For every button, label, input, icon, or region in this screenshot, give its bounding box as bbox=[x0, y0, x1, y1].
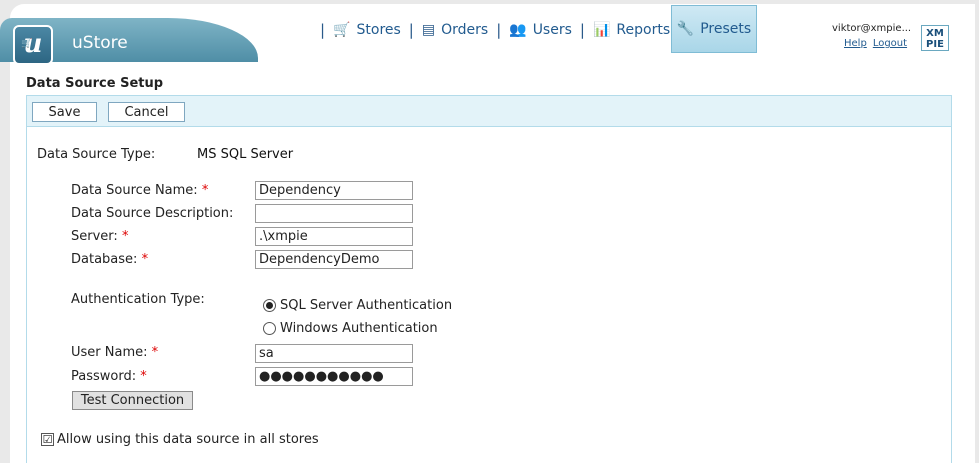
nav-label-users: Users bbox=[532, 22, 572, 38]
required-mark: * bbox=[141, 252, 149, 267]
required-mark: * bbox=[140, 369, 147, 384]
nav-separator: | bbox=[320, 21, 326, 39]
wrench-icon: 🔧 bbox=[676, 21, 695, 37]
nav-item-presets[interactable]: 🔧 Presets bbox=[671, 5, 757, 53]
user-links: Help Logout bbox=[844, 38, 913, 49]
user-name-label-text: User Name: bbox=[71, 345, 148, 360]
allow-all-stores-option[interactable]: ☑ Allow using this data source in all st… bbox=[41, 432, 319, 447]
users-icon: 👥 bbox=[509, 22, 527, 38]
windows-auth-option[interactable]: Windows Authentication bbox=[263, 321, 438, 336]
password-label-text: Password: bbox=[71, 369, 137, 384]
data-source-description-label: Data Source Description: bbox=[71, 206, 234, 221]
database-label: Database: * bbox=[71, 252, 148, 267]
allow-all-stores-checkbox[interactable]: ☑ bbox=[41, 433, 54, 446]
xmpie-logo-line1: XM bbox=[926, 28, 944, 39]
main-nav: | 🛒 Stores | ▤ Orders | 👥 Users | 📊 Repo… bbox=[320, 18, 678, 42]
nav-label-orders: Orders bbox=[441, 22, 489, 38]
nav-item-stores[interactable]: 🛒 Stores bbox=[333, 22, 401, 38]
help-link[interactable]: Help bbox=[844, 38, 867, 49]
required-mark: * bbox=[201, 183, 209, 198]
save-button[interactable]: Save bbox=[32, 102, 97, 122]
server-label-text: Server: bbox=[71, 229, 118, 244]
data-source-name-label-text: Data Source Name: bbox=[71, 183, 198, 198]
nav-label-stores: Stores bbox=[356, 22, 401, 38]
reports-icon: 📊 bbox=[592, 22, 611, 38]
nav-label-reports: Reports bbox=[616, 22, 671, 38]
sql-auth-label: SQL Server Authentication bbox=[280, 298, 453, 313]
data-source-type-label: Data Source Type: bbox=[37, 147, 156, 162]
user-email: viktor@xmpie... bbox=[832, 23, 912, 34]
authentication-type-label: Authentication Type: bbox=[71, 292, 205, 307]
windows-auth-label: Windows Authentication bbox=[280, 321, 438, 336]
allow-all-stores-label: Allow using this data source in all stor… bbox=[57, 432, 319, 447]
password-label: Password: * bbox=[71, 369, 147, 384]
nav-item-users[interactable]: 👥 Users bbox=[509, 22, 572, 38]
sql-auth-radio[interactable] bbox=[263, 299, 276, 312]
data-source-name-input[interactable] bbox=[255, 181, 413, 200]
password-input[interactable] bbox=[255, 367, 413, 386]
nav-separator: | bbox=[579, 21, 585, 39]
user-name-label: User Name: * bbox=[71, 345, 158, 360]
database-input[interactable] bbox=[255, 250, 413, 269]
cancel-button[interactable]: Cancel bbox=[108, 102, 185, 122]
xmpie-logo-line2: PIE bbox=[926, 39, 944, 50]
nav-item-reports[interactable]: 📊 Reports bbox=[593, 22, 670, 38]
required-mark: * bbox=[151, 345, 159, 360]
data-source-description-input[interactable] bbox=[255, 204, 413, 223]
xmpie-logo: XM PIE bbox=[921, 25, 949, 51]
logout-link[interactable]: Logout bbox=[873, 38, 907, 49]
nav-item-orders[interactable]: ▤ Orders bbox=[422, 22, 488, 38]
nav-label-presets: Presets bbox=[700, 21, 752, 37]
data-source-type-value: MS SQL Server bbox=[197, 147, 294, 162]
nav-separator: | bbox=[496, 21, 502, 39]
server-input[interactable] bbox=[255, 227, 413, 246]
database-label-text: Database: bbox=[71, 252, 138, 267]
sql-auth-option[interactable]: SQL Server Authentication bbox=[263, 298, 452, 313]
server-label: Server: * bbox=[71, 229, 128, 244]
user-name-input[interactable] bbox=[255, 344, 413, 363]
ustore-logo: u 🛒 bbox=[13, 25, 53, 65]
required-mark: * bbox=[121, 229, 129, 244]
windows-auth-radio[interactable] bbox=[263, 322, 276, 335]
test-connection-button[interactable]: Test Connection bbox=[72, 391, 193, 410]
data-source-name-label: Data Source Name: * bbox=[71, 183, 208, 198]
nav-separator: | bbox=[408, 21, 414, 39]
cart-icon: 🛒 bbox=[333, 22, 351, 38]
cart-icon: 🛒 bbox=[21, 39, 33, 49]
app-name: uStore bbox=[72, 33, 128, 53]
page-title: Data Source Setup bbox=[26, 76, 164, 91]
orders-icon: ▤ bbox=[421, 22, 436, 38]
